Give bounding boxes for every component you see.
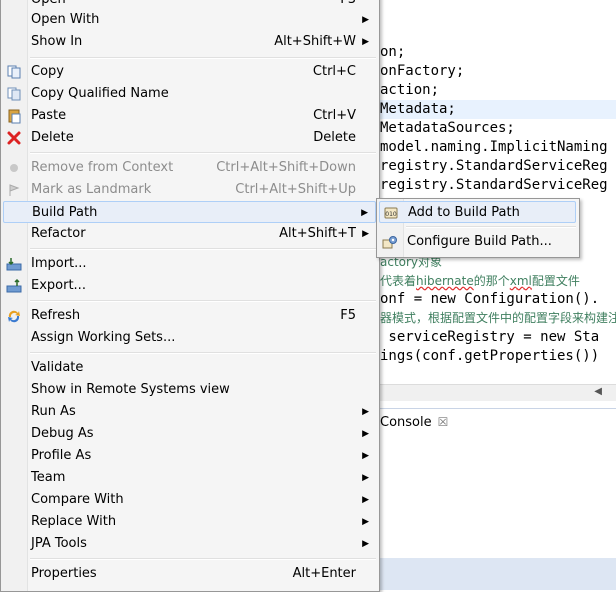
menu-item-remove-from-context: Remove from Context Ctrl+Alt+Shift+Down: [3, 157, 376, 179]
context-menu: OpenF3 Open With▶ Show InAlt+Shift+W▶ Co…: [0, 0, 380, 592]
scroll-left-icon[interactable]: ◀: [594, 386, 602, 397]
code-line: MetadataSources;: [380, 120, 515, 136]
code-line: registry.StandardServiceReg: [380, 158, 608, 174]
menu-item-replace-with[interactable]: Replace With ▶: [3, 511, 376, 533]
menu-separator: [30, 152, 376, 154]
menu-item-jpa-tools[interactable]: JPA Tools ▶: [3, 533, 376, 555]
submenu-arrow-icon: ▶: [362, 539, 369, 549]
configure-build-path-icon: [382, 236, 397, 249]
svg-text:010: 010: [385, 211, 397, 218]
code-comment: 器模式，根据配置文件中的配置字段来构建注: [380, 311, 616, 325]
menu-item-compare-with[interactable]: Compare With ▶: [3, 489, 376, 511]
menu-item-import[interactable]: Import...: [3, 253, 376, 275]
menu-item-debug-as[interactable]: Debug As ▶: [3, 423, 376, 445]
menu-item-team[interactable]: Team ▶: [3, 467, 376, 489]
delete-icon: [7, 131, 21, 145]
copy-icon: [7, 65, 21, 79]
code-line: action;: [380, 82, 440, 98]
copy-qualified-icon: [7, 87, 21, 101]
paste-icon: [8, 109, 21, 124]
code-line: model.naming.ImplicitNaming: [380, 139, 608, 155]
menu-item-export[interactable]: Export...: [3, 275, 376, 297]
landmark-icon: [9, 184, 20, 196]
submenu-arrow-icon: ▶: [362, 473, 369, 483]
submenu-arrow-icon: ▶: [362, 451, 369, 461]
submenu-arrow-icon: ▶: [362, 229, 369, 239]
menu-separator: [406, 226, 576, 228]
horizontal-scrollbar[interactable]: ◀: [376, 384, 616, 401]
menu-separator: [30, 352, 376, 354]
menu-separator: [30, 558, 376, 560]
tab-console[interactable]: Console ☒: [380, 412, 448, 432]
code-line: registry.StandardServiceReg: [380, 177, 608, 193]
menu-item-build-path[interactable]: Build Path ▶: [3, 201, 376, 223]
code-line-highlighted: Metadata;: [376, 100, 616, 119]
code-comment: 代表着hibernate的那个xml配置文件: [380, 274, 580, 288]
status-strip: [376, 558, 616, 590]
menu-item-delete[interactable]: Delete Delete: [3, 127, 376, 149]
close-icon[interactable]: ☒: [438, 415, 449, 429]
submenu-arrow-icon: ▶: [361, 208, 368, 218]
submenu-arrow-icon: ▶: [362, 15, 369, 25]
menu-separator: [30, 300, 376, 302]
code-line: serviceRegistry = new Sta: [380, 329, 600, 345]
submenu-arrow-icon: ▶: [362, 429, 369, 439]
menu-item-refresh[interactable]: Refresh F5: [3, 305, 376, 327]
menu-item-profile-as[interactable]: Profile As ▶: [3, 445, 376, 467]
import-icon: [6, 258, 22, 271]
submenu-arrow-icon: ▶: [362, 495, 369, 505]
code-line: onf = new Configuration().: [380, 291, 600, 307]
menu-separator: [30, 57, 376, 59]
menu-item-assign-working-sets[interactable]: Assign Working Sets...: [3, 327, 376, 349]
submenu-arrow-icon: ▶: [362, 517, 369, 527]
submenu-arrow-icon: ▶: [362, 37, 369, 47]
menu-item-mark-as-landmark: Mark as Landmark Ctrl+Alt+Shift+Up: [3, 179, 376, 201]
menu-separator: [30, 248, 376, 250]
menu-item-refactor[interactable]: Refactor Alt+Shift+T ▶: [3, 223, 376, 245]
menu-item-copy-qualified-name[interactable]: Copy Qualified Name: [3, 83, 376, 105]
submenu-arrow-icon: ▶: [362, 407, 369, 417]
menu-item-properties[interactable]: Properties Alt+Enter: [3, 563, 376, 585]
menu-item-open-with[interactable]: Open With ▶: [3, 9, 376, 31]
build-path-submenu: 010 Add to Build Path Configure Build Pa…: [376, 198, 580, 258]
menu-item-run-as[interactable]: Run As ▶: [3, 401, 376, 423]
refresh-icon: [8, 310, 20, 323]
menu-item-show-in[interactable]: Show In Alt+Shift+W ▶: [3, 31, 376, 53]
menu-item-paste[interactable]: Paste Ctrl+V: [3, 105, 376, 127]
code-line: onFactory;: [380, 63, 465, 79]
menu-item-show-in-remote-systems[interactable]: Show in Remote Systems view: [3, 379, 376, 401]
code-line: on;: [380, 44, 406, 60]
menu-item-configure-build-path[interactable]: Configure Build Path...: [379, 231, 576, 253]
export-icon: [6, 278, 22, 293]
menu-item-validate[interactable]: Validate: [3, 357, 376, 379]
add-build-path-icon: 010: [384, 207, 398, 219]
menu-item-add-to-build-path[interactable]: 010 Add to Build Path: [379, 201, 576, 223]
menu-item-copy[interactable]: Copy Ctrl+C: [3, 61, 376, 83]
code-line: ings(conf.getProperties()): [380, 348, 600, 364]
remove-context-icon: [10, 164, 18, 172]
